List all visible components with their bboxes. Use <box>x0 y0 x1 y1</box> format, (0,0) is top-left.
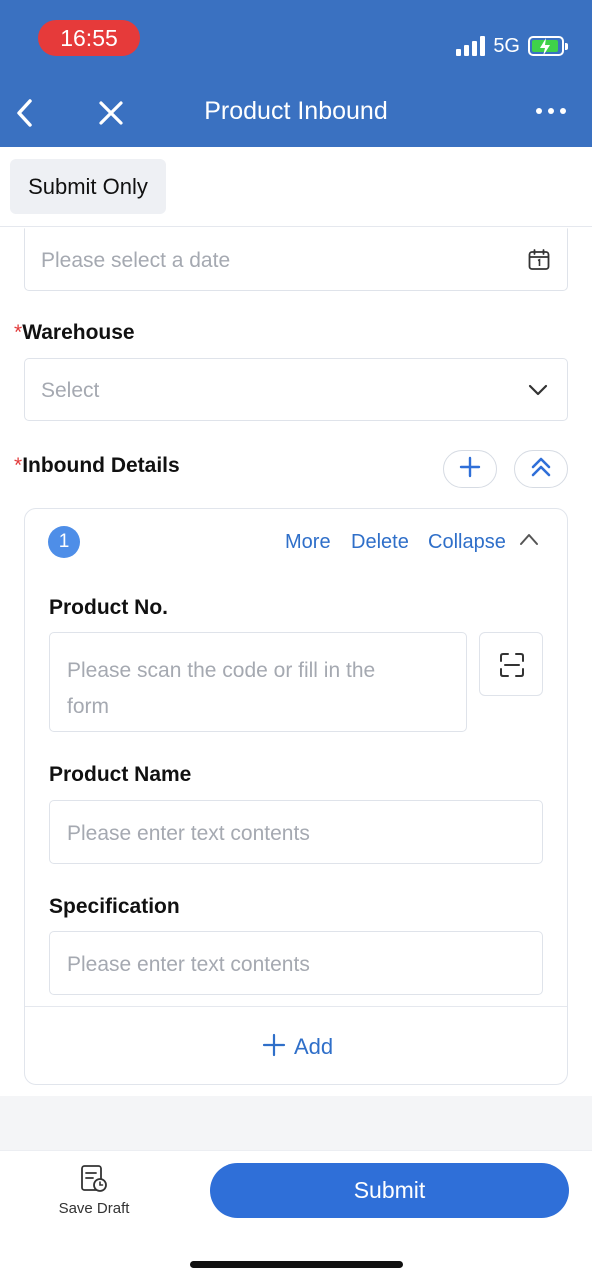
warehouse-label: *Warehouse <box>14 321 135 344</box>
submit-button[interactable]: Submit <box>210 1163 569 1218</box>
app-header: 16:55 5G Product Inbound <box>0 0 592 147</box>
scan-button[interactable] <box>479 632 543 696</box>
page: 16:55 5G Product Inbound Submit Only Ple… <box>0 0 592 1280</box>
status-indicators: 5G <box>456 33 568 59</box>
double-chevron-up-icon <box>529 455 553 484</box>
plus-icon <box>459 456 481 483</box>
product-name-label: Product Name <box>49 763 192 786</box>
home-indicator <box>190 1261 403 1268</box>
required-mark: * <box>14 454 23 477</box>
product-name-placeholder: Please enter text contents <box>67 822 310 845</box>
required-mark: * <box>14 321 23 344</box>
product-no-placeholder: Please scan the code or fill in the form <box>67 659 376 718</box>
network-type: 5G <box>493 34 520 57</box>
plus-icon <box>262 1033 286 1062</box>
warehouse-placeholder: Select <box>41 379 100 402</box>
signal-icon <box>456 36 486 56</box>
chevron-down-icon <box>527 379 549 406</box>
warehouse-select[interactable]: Select <box>24 358 568 421</box>
specification-input[interactable]: Please enter text contents <box>49 931 543 995</box>
delete-link[interactable]: Delete <box>351 531 409 554</box>
scan-icon <box>499 652 525 683</box>
save-draft-button[interactable]: Save Draft <box>48 1164 140 1222</box>
content-bottom-spacer <box>0 1096 592 1150</box>
date-placeholder: Please select a date <box>41 249 231 272</box>
more-link[interactable]: More <box>285 531 331 554</box>
inbound-detail-card <box>24 508 568 1085</box>
draft-icon <box>79 1164 109 1199</box>
date-field[interactable]: Please select a date <box>24 228 568 291</box>
status-time: 16:55 <box>38 20 140 56</box>
collapse-all-button[interactable] <box>514 450 568 488</box>
inbound-details-label: *Inbound Details <box>14 454 180 477</box>
item-index-badge: 1 <box>48 526 80 558</box>
calendar-icon <box>527 248 551 277</box>
card-divider <box>25 1006 567 1007</box>
specification-placeholder: Please enter text contents <box>67 953 310 976</box>
add-item-label: Add <box>294 1034 334 1059</box>
product-name-input[interactable]: Please enter text contents <box>49 800 543 864</box>
page-title: Product Inbound <box>204 97 388 125</box>
product-no-input[interactable]: Please scan the code or fill in the form <box>49 632 467 732</box>
product-no-label: Product No. <box>49 596 168 619</box>
divider <box>0 226 592 227</box>
chevron-up-icon[interactable] <box>518 530 540 553</box>
add-item-button[interactable]: Add <box>262 1032 333 1062</box>
specification-label: Specification <box>49 895 180 918</box>
battery-icon <box>528 36 568 56</box>
collapse-link[interactable]: Collapse <box>428 531 506 554</box>
more-menu-icon[interactable] <box>536 108 566 114</box>
save-draft-label: Save Draft <box>58 1200 130 1217</box>
add-detail-button[interactable] <box>443 450 497 488</box>
submit-only-button[interactable]: Submit Only <box>10 159 166 214</box>
